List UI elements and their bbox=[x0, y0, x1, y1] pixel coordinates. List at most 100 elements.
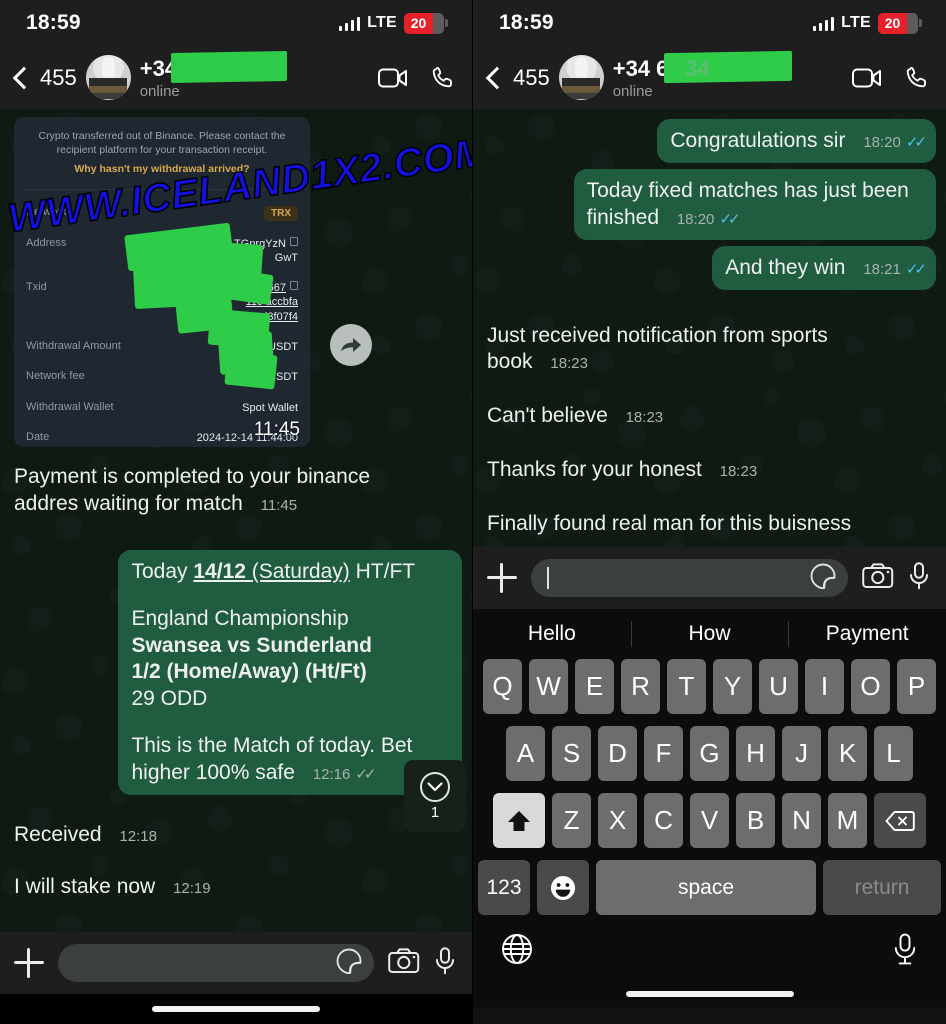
avatar[interactable] bbox=[85, 55, 131, 100]
key-y[interactable]: Y bbox=[713, 659, 752, 714]
message-bubble-outgoing: And they win 18:21 ✓✓ bbox=[712, 245, 936, 290]
dictation-mic-icon[interactable] bbox=[892, 933, 918, 970]
camera-icon[interactable] bbox=[388, 947, 420, 979]
key-k[interactable]: K bbox=[828, 726, 867, 781]
back-count-label: 455 bbox=[40, 64, 77, 90]
copy-icon[interactable] bbox=[290, 281, 298, 291]
message-meta: 11:45 bbox=[261, 496, 297, 515]
avatar[interactable] bbox=[558, 55, 604, 100]
key-x[interactable]: X bbox=[598, 793, 637, 848]
globe-language-icon[interactable] bbox=[501, 933, 533, 970]
key-a[interactable]: A bbox=[506, 726, 545, 781]
chevron-down-circle-icon bbox=[420, 771, 450, 802]
key-g[interactable]: G bbox=[690, 726, 729, 781]
message-input[interactable] bbox=[58, 944, 374, 982]
key-u[interactable]: U bbox=[759, 659, 798, 714]
read-receipt-ticks: ✓✓ bbox=[905, 134, 927, 151]
plus-icon[interactable] bbox=[487, 563, 517, 593]
contact-phone-number: +34 6 3 34 35 bbox=[613, 50, 837, 83]
message-meta: 18:23 bbox=[720, 462, 758, 481]
phone-call-icon[interactable] bbox=[428, 63, 458, 93]
key-e[interactable]: E bbox=[575, 659, 614, 714]
message-meta: 18:23 bbox=[626, 408, 664, 427]
message-row-cant-believe[interactable]: Can't believe 18:23 bbox=[483, 394, 936, 438]
suggestion-how[interactable]: How bbox=[631, 622, 789, 646]
back-button[interactable]: 455 bbox=[485, 65, 550, 91]
message-row-matches-finished[interactable]: Today fixed matches has just been finish… bbox=[483, 168, 936, 240]
key-t[interactable]: T bbox=[667, 659, 706, 714]
sticker-icon[interactable] bbox=[810, 563, 836, 594]
key-n[interactable]: N bbox=[782, 793, 821, 848]
suggestion-hello[interactable]: Hello bbox=[473, 622, 631, 646]
message-row-match-tip[interactable]: Today 14/12 (Saturday) HT/FT England Cha… bbox=[10, 549, 462, 795]
key-b[interactable]: B bbox=[736, 793, 775, 848]
video-call-icon[interactable] bbox=[378, 63, 408, 93]
key-v[interactable]: V bbox=[690, 793, 729, 848]
key-p[interactable]: P bbox=[897, 659, 936, 714]
key-l[interactable]: L bbox=[874, 726, 913, 781]
space-key[interactable]: space bbox=[596, 860, 816, 915]
numeric-switch-key[interactable]: 123 bbox=[478, 860, 530, 915]
scroll-to-bottom-button[interactable]: 1 bbox=[404, 760, 466, 832]
contact-title-block[interactable]: +34 63 4 35 online bbox=[140, 50, 363, 100]
chat-message-list-left[interactable]: Crypto transferred out of Binance. Pleas… bbox=[0, 109, 472, 932]
shift-arrow-icon[interactable] bbox=[493, 793, 545, 848]
message-meta: 18:21 ✓✓ bbox=[863, 260, 927, 279]
receipt-image-attachment[interactable]: Crypto transferred out of Binance. Pleas… bbox=[14, 117, 310, 447]
home-indicator[interactable] bbox=[625, 991, 794, 997]
message-row-receipt-image[interactable]: Crypto transferred out of Binance. Pleas… bbox=[10, 115, 462, 449]
message-row-will-stake[interactable]: I will stake now 12:19 bbox=[10, 865, 462, 909]
home-indicator-area-right bbox=[473, 981, 946, 1007]
key-r[interactable]: R bbox=[621, 659, 660, 714]
key-j[interactable]: J bbox=[782, 726, 821, 781]
message-time: 18:20 bbox=[676, 210, 715, 228]
message-row-received[interactable]: Received 12:18 bbox=[10, 813, 462, 857]
copy-icon[interactable] bbox=[290, 236, 298, 246]
key-c[interactable]: C bbox=[644, 793, 683, 848]
redaction-blob bbox=[171, 50, 288, 83]
key-z[interactable]: Z bbox=[552, 793, 591, 848]
return-key[interactable]: return bbox=[823, 860, 941, 915]
key-f[interactable]: F bbox=[644, 726, 683, 781]
key-h[interactable]: H bbox=[736, 726, 775, 781]
tip-fixture: Swansea vs Sunderland bbox=[131, 633, 372, 657]
key-i[interactable]: I bbox=[805, 659, 844, 714]
receipt-key-wallet: Withdrawal Wallet bbox=[26, 400, 114, 413]
message-row-notification[interactable]: Just received notification from sports b… bbox=[483, 314, 936, 385]
key-o[interactable]: O bbox=[851, 659, 890, 714]
receipt-row-wallet: Withdrawal Wallet Spot Wallet bbox=[26, 401, 298, 415]
key-q[interactable]: Q bbox=[483, 659, 522, 714]
backspace-icon[interactable] bbox=[874, 793, 926, 848]
sticker-icon[interactable] bbox=[336, 948, 362, 979]
message-bubble-outgoing: Congratulations sir 18:20 ✓✓ bbox=[657, 119, 936, 163]
message-input[interactable] bbox=[531, 559, 848, 597]
phone-call-icon[interactable] bbox=[902, 63, 932, 93]
message-text: Finally found real man for this buisness bbox=[487, 512, 852, 535]
battery-level-label: 20 bbox=[404, 12, 433, 34]
chat-message-list-right[interactable]: Congratulations sir 18:20 ✓✓ Today fixed… bbox=[473, 109, 946, 547]
microphone-icon[interactable] bbox=[908, 561, 930, 595]
receipt-help-link[interactable]: Why hasn't my withdrawal arrived? bbox=[26, 162, 298, 176]
back-button[interactable]: 455 bbox=[12, 65, 77, 91]
left-chat-screenshot: 18:59 LTE 20 455 +34 63 bbox=[0, 0, 473, 1024]
message-row-real-man[interactable]: Finally found real man for this buisness… bbox=[483, 502, 936, 547]
message-row-payment-completed[interactable]: Payment is completed to your binance add… bbox=[10, 455, 462, 526]
predictive-suggestion-bar: Hello How Payment bbox=[473, 609, 946, 659]
key-w[interactable]: W bbox=[529, 659, 568, 714]
camera-icon[interactable] bbox=[862, 562, 894, 594]
contact-title-block[interactable]: +34 6 3 34 35 online bbox=[613, 50, 837, 100]
home-indicator[interactable] bbox=[152, 1006, 320, 1012]
microphone-icon[interactable] bbox=[434, 946, 456, 980]
video-call-icon[interactable] bbox=[852, 63, 882, 93]
forward-arrow-icon[interactable] bbox=[330, 324, 372, 366]
emoji-smiley-icon[interactable] bbox=[537, 860, 589, 915]
plus-icon[interactable] bbox=[14, 948, 44, 978]
key-d[interactable]: D bbox=[598, 726, 637, 781]
suggestion-payment[interactable]: Payment bbox=[788, 622, 946, 646]
key-m[interactable]: M bbox=[828, 793, 867, 848]
message-row-congrats[interactable]: Congratulations sir 18:20 ✓✓ bbox=[483, 119, 936, 163]
message-row-they-win[interactable]: And they win 18:21 ✓✓ bbox=[483, 245, 936, 290]
message-row-thanks[interactable]: Thanks for your honest 18:23 bbox=[483, 448, 936, 492]
message-bubble-incoming: Can't believe 18:23 bbox=[483, 394, 676, 438]
key-s[interactable]: S bbox=[552, 726, 591, 781]
